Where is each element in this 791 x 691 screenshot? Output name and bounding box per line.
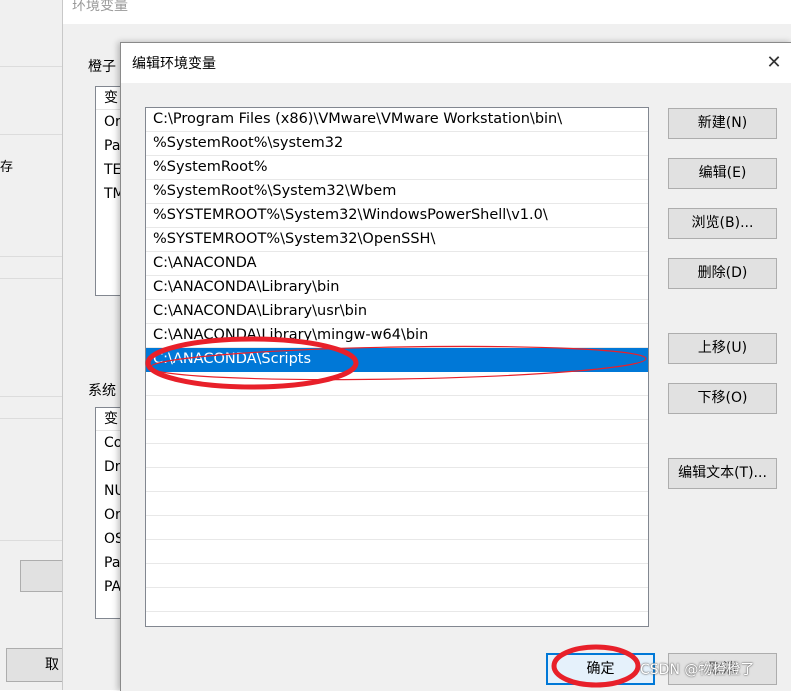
empty-row[interactable] bbox=[146, 372, 648, 396]
empty-row[interactable] bbox=[146, 516, 648, 540]
path-entry[interactable]: C:\Program Files (x86)\VMware\VMware Wor… bbox=[146, 108, 648, 132]
background-partial-text: 存 bbox=[0, 160, 14, 175]
divider bbox=[0, 134, 62, 135]
empty-row[interactable] bbox=[146, 396, 648, 420]
user-variables-group-label: 橙子 bbox=[88, 59, 116, 75]
move-up-button[interactable]: 上移(U) bbox=[668, 333, 777, 364]
ok-button[interactable]: 确定 bbox=[546, 653, 655, 685]
empty-row[interactable] bbox=[146, 420, 648, 444]
divider bbox=[0, 66, 62, 67]
edit-button[interactable]: 编辑(E) bbox=[668, 158, 777, 189]
browse-button[interactable]: 浏览(B)... bbox=[668, 208, 777, 239]
env-window-title: 环境变量 bbox=[72, 0, 128, 14]
dialog-title: 编辑环境变量 bbox=[132, 56, 216, 72]
divider bbox=[0, 418, 62, 419]
divider bbox=[0, 278, 62, 279]
edit-environment-variable-dialog: 编辑环境变量 ✕ C:\Program Files (x86)\VMware\V… bbox=[120, 42, 791, 691]
background-cancel-button[interactable]: 取 bbox=[6, 648, 62, 682]
env-window-titlebar: 环境变量 bbox=[63, 0, 791, 24]
delete-button[interactable]: 删除(D) bbox=[668, 258, 777, 289]
edit-text-button[interactable]: 编辑文本(T)... bbox=[668, 458, 777, 489]
dialog-titlebar: 编辑环境变量 ✕ bbox=[121, 43, 791, 83]
background-button[interactable] bbox=[20, 560, 62, 592]
empty-row[interactable] bbox=[146, 492, 648, 516]
path-entry-selected[interactable]: C:\ANACONDA\Scripts bbox=[146, 348, 648, 372]
divider bbox=[0, 396, 62, 397]
empty-row[interactable] bbox=[146, 540, 648, 564]
path-entry[interactable]: %SYSTEMROOT%\System32\WindowsPowerShell\… bbox=[146, 204, 648, 228]
path-entry[interactable]: C:\ANACONDA\Library\usr\bin bbox=[146, 300, 648, 324]
new-button[interactable]: 新建(N) bbox=[668, 108, 777, 139]
path-entries-list[interactable]: C:\Program Files (x86)\VMware\VMware Wor… bbox=[145, 107, 649, 627]
background-window: 存 取 bbox=[0, 0, 71, 690]
empty-row[interactable] bbox=[146, 444, 648, 468]
empty-row[interactable] bbox=[146, 468, 648, 492]
path-entry[interactable]: %SystemRoot% bbox=[146, 156, 648, 180]
empty-row[interactable] bbox=[146, 588, 648, 612]
watermark: CSDN @物橙橙了 bbox=[640, 662, 755, 678]
divider bbox=[0, 540, 62, 541]
path-entry[interactable]: C:\ANACONDA bbox=[146, 252, 648, 276]
close-icon[interactable]: ✕ bbox=[756, 47, 791, 79]
path-entry[interactable]: %SystemRoot%\system32 bbox=[146, 132, 648, 156]
path-entry[interactable]: %SystemRoot%\System32\Wbem bbox=[146, 180, 648, 204]
path-entry[interactable]: %SYSTEMROOT%\System32\OpenSSH\ bbox=[146, 228, 648, 252]
path-entry[interactable]: C:\ANACONDA\Library\bin bbox=[146, 276, 648, 300]
system-variables-group-label: 系统 bbox=[88, 383, 116, 399]
empty-row[interactable] bbox=[146, 564, 648, 588]
path-entry[interactable]: C:\ANACONDA\Library\mingw-w64\bin bbox=[146, 324, 648, 348]
divider bbox=[0, 256, 62, 257]
move-down-button[interactable]: 下移(O) bbox=[668, 383, 777, 414]
